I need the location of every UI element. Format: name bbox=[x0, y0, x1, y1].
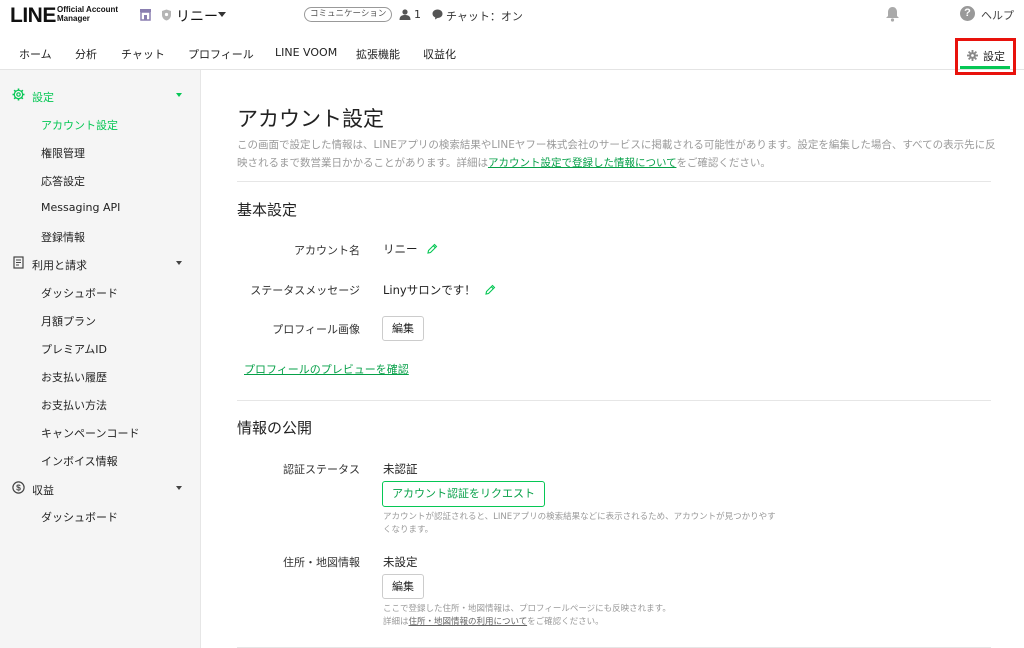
section-title-public: 情報の公開 bbox=[237, 419, 313, 437]
divider bbox=[237, 400, 991, 401]
sidebar-group-label: 収益 bbox=[32, 484, 54, 497]
sidebar-item-account-settings[interactable]: アカウント設定 bbox=[41, 117, 118, 133]
account-name-label: アカウント名 bbox=[294, 244, 360, 257]
communication-badge: コミュニケーション bbox=[304, 7, 393, 22]
account-info-help-link[interactable]: アカウント設定で登録した情報について bbox=[488, 157, 676, 169]
profile-preview-link[interactable]: プロフィールのプレビューを確認 bbox=[244, 361, 409, 377]
bell-icon[interactable] bbox=[885, 6, 900, 22]
divider bbox=[237, 181, 991, 182]
sidebar-group-label: 設定 bbox=[32, 91, 54, 104]
dollar-icon: $ bbox=[12, 481, 25, 494]
account-dropdown-caret-icon[interactable] bbox=[218, 12, 226, 17]
status-message-value: Linyサロンです！ bbox=[383, 283, 476, 297]
member-count: 1 bbox=[414, 8, 421, 21]
tab-extensions[interactable]: 拡張機能 bbox=[356, 46, 400, 62]
help-icon[interactable]: ? bbox=[960, 6, 975, 21]
help-link[interactable]: ヘルプ bbox=[981, 7, 1014, 23]
sidebar-item-campaign-code[interactable]: キャンペーンコード bbox=[41, 425, 139, 441]
pencil-icon[interactable] bbox=[427, 243, 438, 254]
chevron-down-icon bbox=[176, 261, 182, 265]
address-note: ここで登録した住所・地図情報は、プロフィールページにも反映されます。 bbox=[383, 604, 671, 614]
tab-profile[interactable]: プロフィール bbox=[188, 46, 254, 62]
address-map-value: 未設定 bbox=[383, 555, 418, 569]
main-nav: ホーム 分析 チャット プロフィール LINE VOOM 拡張機能 収益化 設定 bbox=[0, 36, 1024, 75]
chat-bubble-icon bbox=[432, 9, 443, 20]
gear-icon bbox=[12, 88, 25, 101]
tab-analytics[interactable]: 分析 bbox=[75, 46, 97, 62]
request-certification-button[interactable]: アカウント認証をリクエスト bbox=[382, 481, 545, 507]
page-title: アカウント設定 bbox=[237, 107, 384, 131]
sidebar-item-dashboard[interactable]: ダッシュボード bbox=[41, 285, 118, 301]
address-detail-note: 詳細は住所・地図情報の利用についてをご確認ください。 bbox=[383, 617, 604, 627]
address-edit-button[interactable]: 編集 bbox=[382, 574, 424, 599]
sidebar-item-payment-history[interactable]: お支払い履歴 bbox=[41, 369, 107, 385]
invoice-icon bbox=[13, 256, 24, 269]
line-logo-subtitle: Official Account Manager bbox=[57, 5, 119, 23]
line-logo[interactable]: LINE bbox=[10, 4, 56, 28]
shield-icon bbox=[162, 9, 171, 21]
tab-settings-label: 設定 bbox=[983, 50, 1005, 63]
chevron-down-icon bbox=[176, 486, 182, 490]
active-tab-underline bbox=[960, 66, 1010, 69]
account-name[interactable]: リニー bbox=[176, 6, 218, 26]
account-name-value: リニー bbox=[383, 242, 418, 256]
sidebar-item-messaging-api[interactable]: Messaging API bbox=[41, 201, 120, 214]
store-icon bbox=[140, 9, 151, 21]
section-title-basic: 基本設定 bbox=[237, 201, 298, 219]
certification-status-value: 未認証 bbox=[383, 462, 418, 476]
profile-image-label: プロフィール画像 bbox=[272, 323, 360, 336]
sidebar-item-payment-method[interactable]: お支払い方法 bbox=[41, 397, 107, 413]
tab-line-voom[interactable]: LINE VOOM bbox=[275, 46, 337, 59]
chat-status[interactable]: チャット：オン bbox=[446, 8, 523, 24]
pencil-icon[interactable] bbox=[485, 284, 496, 295]
sidebar-item-invoice-info[interactable]: インボイス情報 bbox=[41, 453, 118, 469]
address-usage-link[interactable]: 住所・地図情報の利用について bbox=[409, 617, 528, 627]
sidebar-item-monthly-plan[interactable]: 月額プラン bbox=[41, 313, 96, 329]
tab-home[interactable]: ホーム bbox=[19, 46, 52, 62]
page-description: この画面で設定した情報は、LINEアプリの検索結果やLINEヤフー株式会社のサー… bbox=[237, 139, 996, 169]
main-content: アカウント設定 この画面で設定した情報は、LINEアプリの検索結果やLINEヤフ… bbox=[202, 70, 1024, 648]
gear-icon bbox=[967, 50, 978, 61]
sidebar: 設定 アカウント設定 権限管理 応答設定 Messaging API 登録情報 … bbox=[0, 70, 201, 648]
sidebar-item-response-settings[interactable]: 応答設定 bbox=[41, 173, 85, 189]
sidebar-group-label: 利用と請求 bbox=[32, 259, 87, 272]
svg-text:$: $ bbox=[16, 483, 21, 493]
tab-chat[interactable]: チャット bbox=[121, 46, 165, 62]
person-icon bbox=[399, 9, 411, 20]
sidebar-item-premium-id[interactable]: プレミアムID bbox=[41, 341, 107, 357]
chevron-down-icon bbox=[176, 93, 182, 97]
top-bar: LINE Official Account Manager リニー コミュニケー… bbox=[0, 0, 1024, 36]
certification-note: アカウントが認証されると、LINEアプリの検索結果などに表示されるため、アカウン… bbox=[383, 512, 776, 535]
sidebar-item-permissions[interactable]: 権限管理 bbox=[41, 145, 85, 161]
address-map-label: 住所・地図情報 bbox=[283, 556, 360, 569]
certification-status-label: 認証ステータス bbox=[283, 463, 360, 476]
sidebar-item-registration-info[interactable]: 登録情報 bbox=[41, 229, 85, 245]
profile-image-edit-button[interactable]: 編集 bbox=[382, 316, 424, 341]
sidebar-item-revenue-dashboard[interactable]: ダッシュボード bbox=[41, 509, 118, 525]
status-message-label: ステータスメッセージ bbox=[250, 284, 360, 297]
tab-monetization[interactable]: 収益化 bbox=[423, 46, 456, 62]
